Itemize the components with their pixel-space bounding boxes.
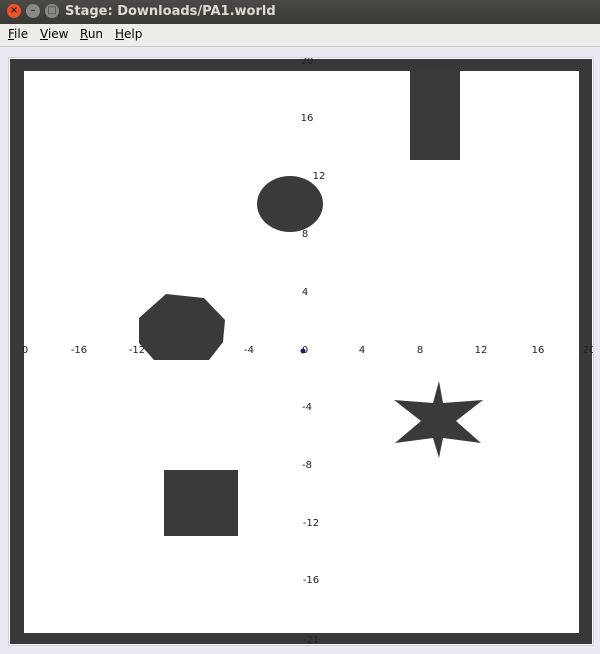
menu-help-label: elp bbox=[124, 27, 143, 41]
y-tick-label: -21 bbox=[303, 635, 319, 645]
menu-view[interactable]: View bbox=[39, 27, 69, 41]
obstacle-square bbox=[164, 470, 238, 536]
maximize-icon[interactable]: □ bbox=[45, 4, 59, 18]
x-tick-label: 0 bbox=[302, 345, 308, 356]
menu-help-mnemonic: H bbox=[115, 27, 125, 41]
y-tick-label: 20 bbox=[301, 58, 314, 67]
y-tick-label: 12 bbox=[313, 171, 326, 182]
minimize-icon[interactable]: – bbox=[26, 4, 40, 18]
x-tick-label: 12 bbox=[475, 345, 488, 356]
y-tick-label: -4 bbox=[302, 402, 312, 413]
x-tick-label: -16 bbox=[71, 345, 87, 356]
x-tick-label: -4 bbox=[244, 345, 254, 356]
x-tick-label: 16 bbox=[532, 345, 545, 356]
y-tick-label: -12 bbox=[303, 518, 319, 529]
wall-bottom bbox=[10, 633, 592, 644]
y-tick-label: -16 bbox=[303, 575, 319, 586]
x-tick-label: 8 bbox=[417, 345, 423, 356]
y-tick-label: 4 bbox=[302, 287, 308, 298]
y-tick-label: -8 bbox=[302, 460, 312, 471]
menu-run-mnemonic: R bbox=[80, 27, 88, 41]
y-tick-label: 8 bbox=[302, 229, 308, 240]
x-tick-label: 4 bbox=[359, 345, 365, 356]
menu-run-label: un bbox=[87, 27, 104, 41]
menu-view-mnemonic: V bbox=[40, 27, 48, 41]
x-tick-label: 0 bbox=[22, 345, 28, 356]
obstacle-rectangle-top bbox=[410, 71, 460, 160]
y-tick-label: 16 bbox=[301, 113, 314, 124]
menu-help[interactable]: Help bbox=[114, 27, 143, 41]
x-tick-label: -12 bbox=[129, 345, 145, 356]
x-tick-label: 20 bbox=[583, 345, 593, 356]
window-title-bar: × – □ Stage: Downloads/PA1.world bbox=[0, 0, 600, 24]
world-view[interactable]: 0 -16 -12 -4 0 4 8 12 16 20 20 16 12 8 4… bbox=[8, 56, 595, 646]
simulation-canvas-area[interactable]: 0 -16 -12 -4 0 4 8 12 16 20 20 16 12 8 4… bbox=[0, 47, 600, 654]
menu-bar: File View Run Help bbox=[0, 24, 600, 47]
obstacle-ellipse bbox=[257, 176, 323, 232]
menu-view-label: iew bbox=[47, 27, 69, 41]
menu-run[interactable]: Run bbox=[79, 27, 104, 41]
menu-file-label: ile bbox=[14, 27, 29, 41]
menu-file[interactable]: File bbox=[7, 27, 29, 41]
world-map[interactable]: 0 -16 -12 -4 0 4 8 12 16 20 20 16 12 8 4… bbox=[9, 56, 595, 646]
close-icon[interactable]: × bbox=[7, 4, 21, 18]
window-title: Stage: Downloads/PA1.world bbox=[65, 4, 276, 19]
